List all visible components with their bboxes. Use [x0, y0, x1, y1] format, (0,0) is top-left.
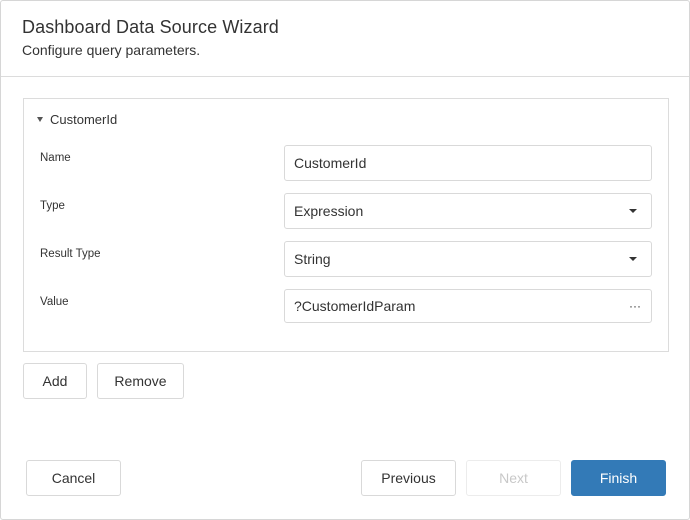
wizard-dialog: Dashboard Data Source Wizard Configure q…	[0, 0, 690, 520]
wizard-header: Dashboard Data Source Wizard Configure q…	[1, 1, 689, 77]
result-type-select-value: String	[294, 251, 331, 267]
type-label: Type	[40, 200, 65, 212]
chevron-down-icon[interactable]	[629, 257, 637, 261]
value-label: Value	[40, 296, 69, 308]
chevron-down-icon[interactable]	[629, 209, 637, 213]
result-type-label: Result Type	[40, 248, 101, 260]
type-select[interactable]: Expression	[284, 193, 652, 229]
value-field[interactable]: ···	[284, 289, 652, 323]
wizard-title: Dashboard Data Source Wizard	[22, 17, 279, 37]
parameter-group: CustomerId Name Type Expression Result T…	[23, 98, 669, 352]
collapse-caret-icon	[37, 117, 43, 122]
add-parameter-button[interactable]: Add	[23, 363, 87, 399]
finish-button[interactable]: Finish	[571, 460, 666, 496]
next-button: Next	[466, 460, 561, 496]
name-input[interactable]	[294, 155, 614, 171]
name-label: Name	[40, 152, 71, 164]
remove-parameter-button[interactable]: Remove	[97, 363, 184, 399]
result-type-select[interactable]: String	[284, 241, 652, 277]
parameter-group-title: CustomerId	[50, 112, 118, 127]
ellipsis-icon[interactable]: ···	[629, 298, 641, 314]
name-field[interactable]	[284, 145, 652, 181]
previous-button[interactable]: Previous	[361, 460, 456, 496]
cancel-button[interactable]: Cancel	[26, 460, 121, 496]
wizard-subtitle: Configure query parameters.	[22, 42, 201, 58]
type-select-value: Expression	[294, 203, 364, 219]
parameter-group-toggle[interactable]: CustomerId	[37, 112, 117, 127]
value-input[interactable]	[294, 298, 614, 314]
